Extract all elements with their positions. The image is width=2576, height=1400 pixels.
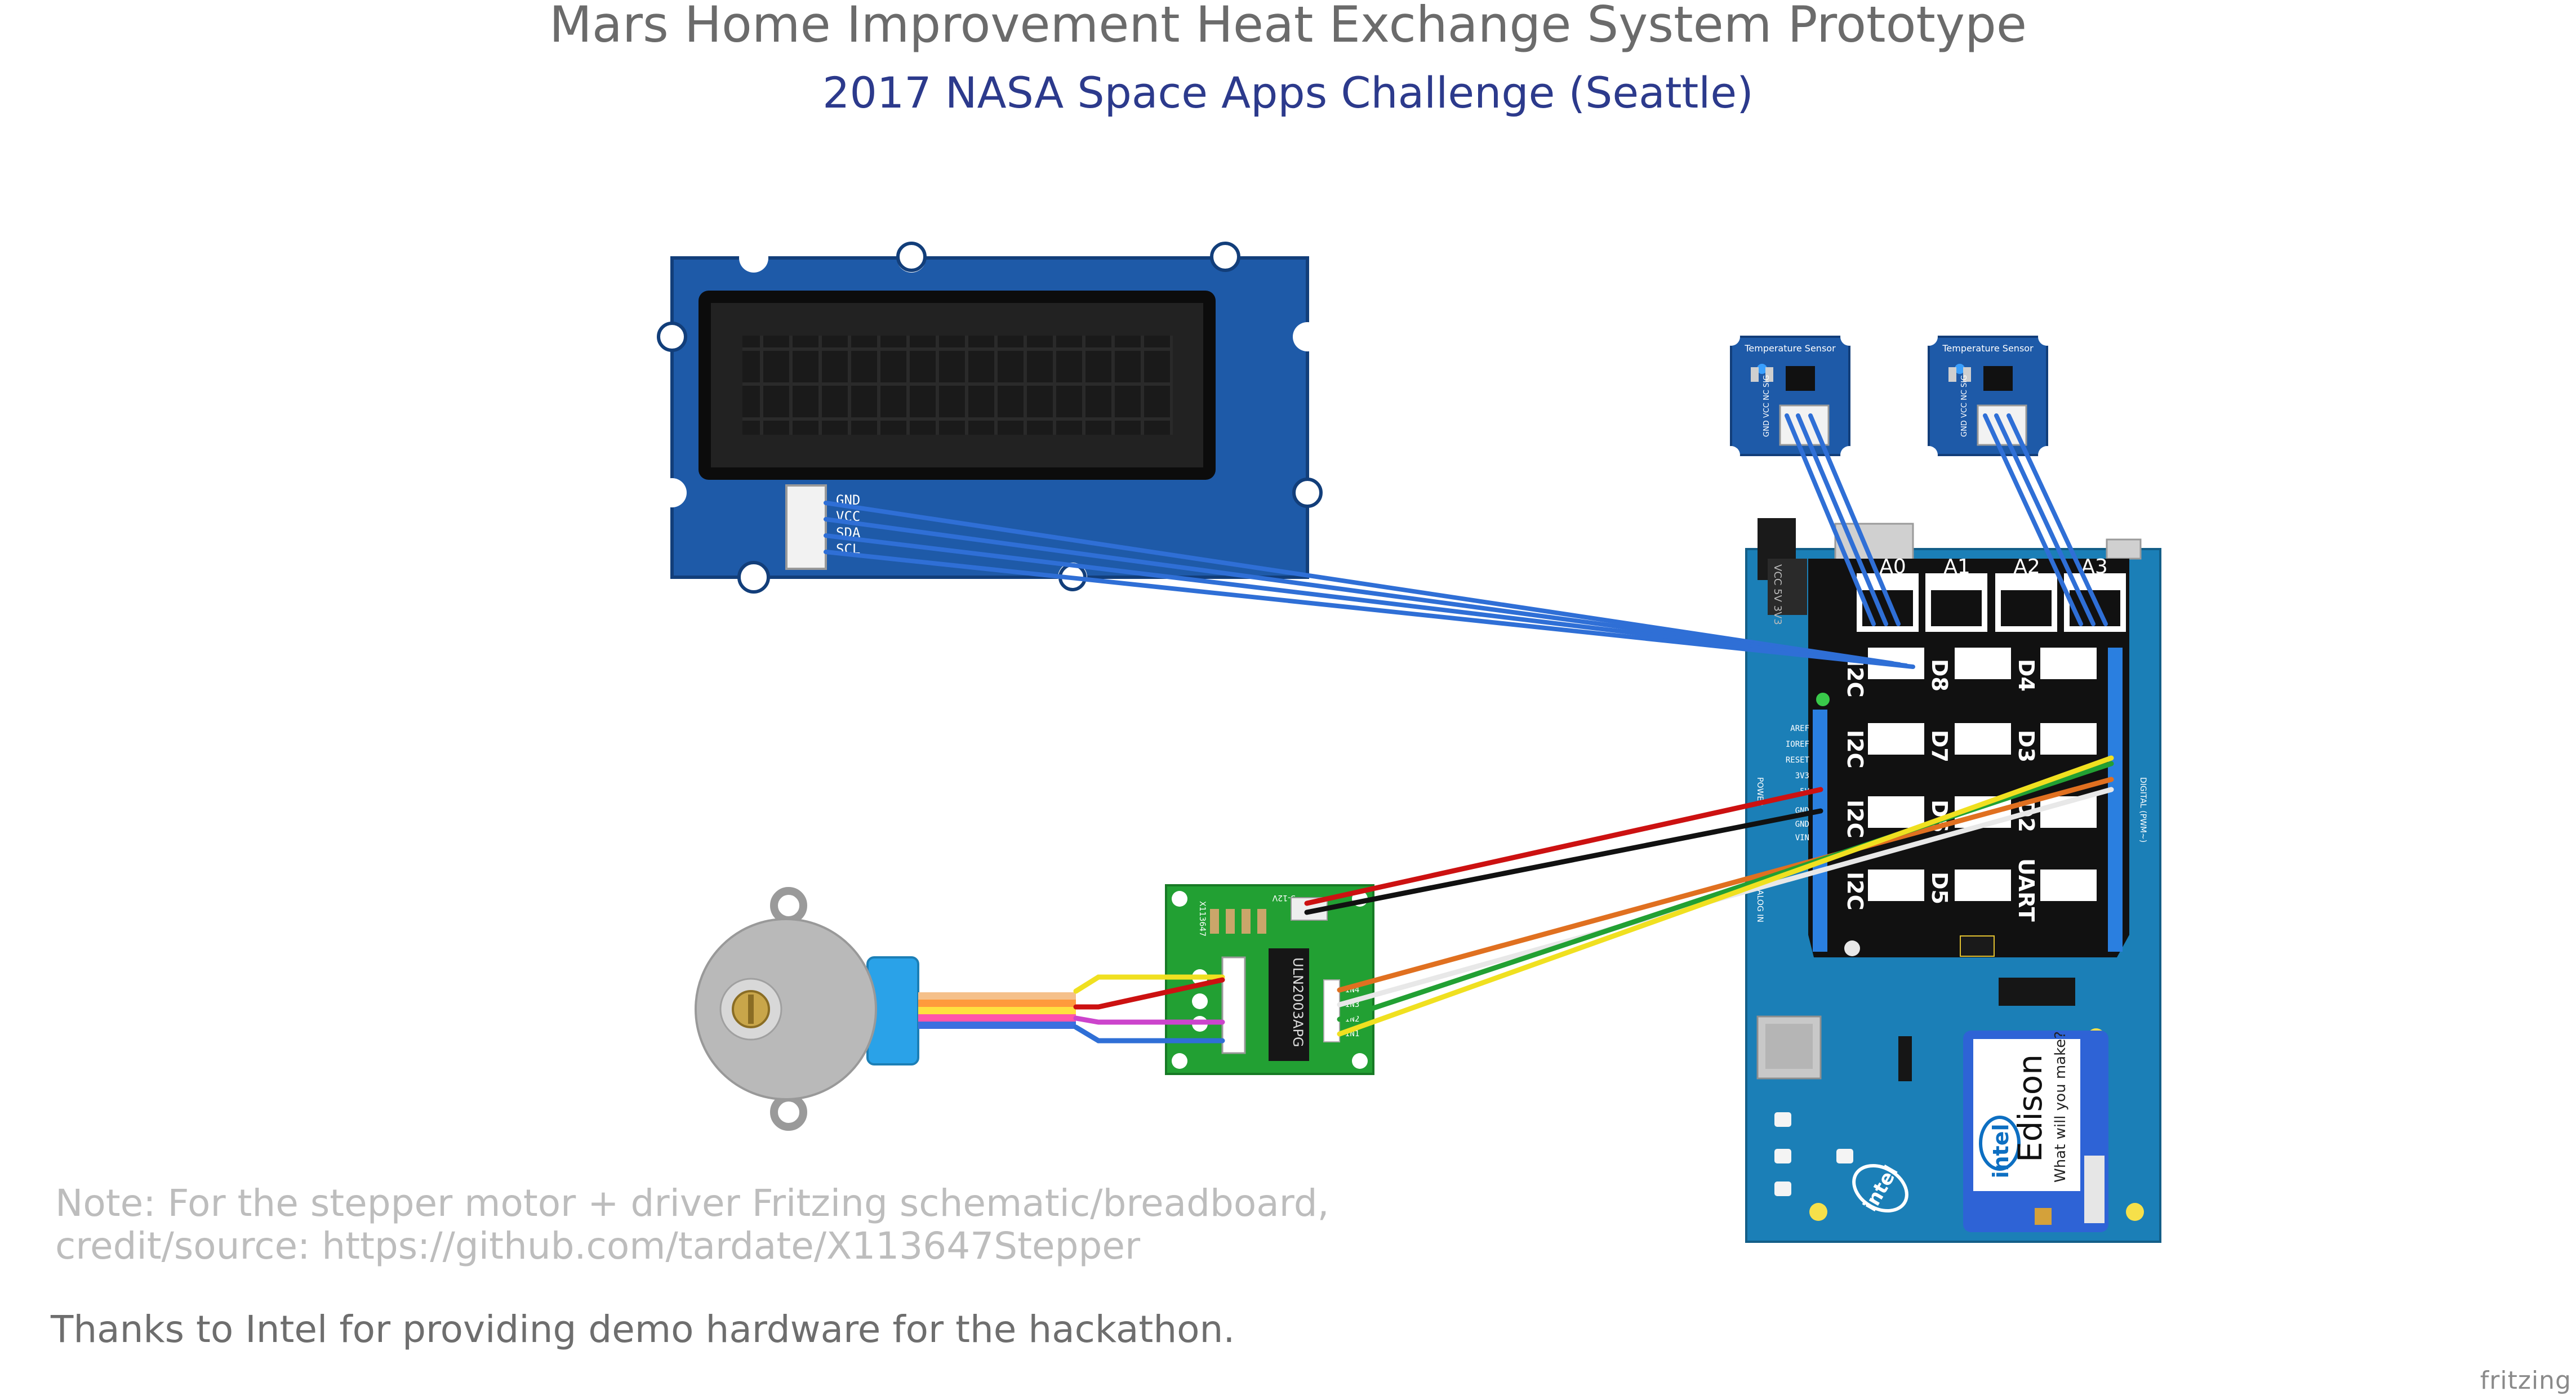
port-i2c-3: I2C: [1843, 800, 1867, 838]
wire-lcd-gnd: [824, 501, 1895, 666]
edison-brand: intel: [1988, 1123, 2013, 1178]
hdr-ioref: IOREF: [1786, 740, 1809, 749]
sensor-2-label: Temperature Sensor: [1942, 343, 2034, 354]
wire-lcd-sda: [824, 533, 1908, 668]
stepper-motor: [695, 887, 1076, 1131]
port-a0: A0: [1879, 555, 1906, 578]
sensor-1-label: Temperature Sensor: [1744, 343, 1836, 354]
temperature-sensor-2: Temperature Sensor GND VCC NC SIG: [1920, 328, 2056, 464]
temperature-sensor-1: Temperature Sensor GND VCC NC SIG: [1722, 328, 1858, 464]
hdr-vin: VIN: [1795, 833, 1809, 842]
driver-board-name: X113647: [1198, 901, 1207, 937]
wire-power-black: [1304, 808, 1823, 915]
port-i2c-1: I2C: [1843, 659, 1867, 697]
driver-chip-label: ULN2003APG: [1290, 957, 1306, 1047]
sensor-2-pins: GND VCC NC SIG: [1960, 375, 1969, 437]
credit-note-line-2: credit/source: https://github.com/tardat…: [55, 1224, 1141, 1268]
port-d8: D8: [1927, 659, 1952, 692]
digital-label: DIGITAL (PWM~): [2138, 777, 2147, 842]
port-i2c-4: I2C: [1843, 872, 1867, 910]
hdr-aref: AREF: [1790, 724, 1809, 733]
port-d4: D4: [2014, 659, 2039, 692]
credit-note-line-1: Note: For the stepper motor + driver Fri…: [55, 1181, 1329, 1225]
port-a1: A1: [1943, 555, 1970, 578]
hdr-reset: RESET: [1786, 756, 1810, 765]
port-d7: D7: [1927, 730, 1952, 763]
port-d5: D5: [1927, 872, 1952, 904]
thanks-note: Thanks to Intel for providing demo hardw…: [51, 1308, 1235, 1351]
edison-tagline: What will you make?: [2052, 1031, 2069, 1183]
edison-name: Edison: [2011, 1054, 2049, 1162]
wire-lcd-vcc: [824, 517, 1902, 667]
vcc-label: VCC 5V 3V3: [1772, 564, 1783, 625]
port-d3: D3: [2014, 730, 2039, 763]
port-i2c-2: I2C: [1843, 730, 1867, 768]
hdr-gnd-2: GND: [1795, 820, 1809, 829]
edison-module: intel Edison What will you make?: [1963, 1031, 2108, 1232]
hdr-3v3: 3V3: [1795, 772, 1809, 781]
port-uart: UART: [2014, 858, 2039, 922]
sensor-1-pins: GND VCC NC SIG: [1763, 375, 1771, 437]
port-a2: A2: [2013, 555, 2040, 578]
edison-arduino-board: intel intel Edison What will you make? V…: [1745, 518, 2161, 1243]
fritzing-watermark: fritzing: [2480, 1366, 2571, 1395]
